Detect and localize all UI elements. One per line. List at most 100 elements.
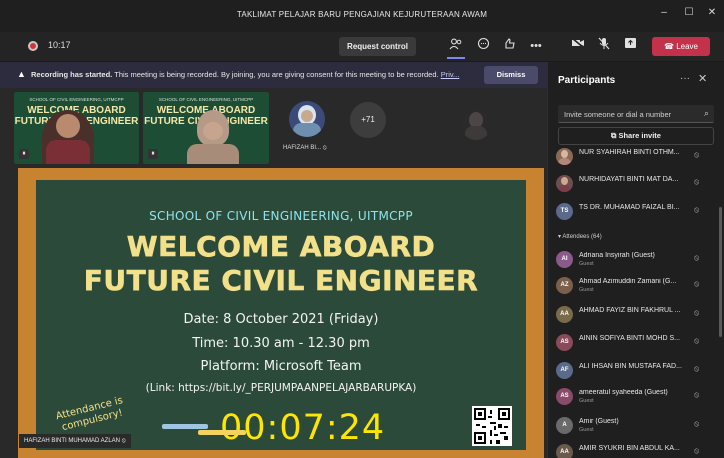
participant-name: AHMAD FAYIZ BIN FAKHRUL ...	[579, 307, 681, 314]
participant-role: Guest	[579, 427, 594, 433]
minimize-button[interactable]: –	[656, 7, 672, 18]
overflow-participants-badge[interactable]: +71	[350, 102, 386, 138]
participant-avatar-initials: TS	[556, 203, 573, 220]
share-invite-button[interactable]: ⧉ Share invite	[558, 127, 714, 145]
mic-off-small-icon: ⦸	[322, 145, 327, 151]
participant-name: ameeratul syaheeda (Guest)	[579, 389, 668, 396]
participant-row[interactable]: A Amir (Guest) Guest ⦸	[556, 416, 706, 436]
chat-icon[interactable]	[474, 37, 492, 55]
participant-avatar[interactable]	[289, 101, 325, 137]
participant-avatar[interactable]	[461, 110, 491, 140]
participant-row[interactable]: NUR SYAHIRAH BINTI OTHM... ⦸	[556, 147, 706, 167]
participant-name: Adriana Insyirah (Guest)	[579, 252, 655, 259]
mic-off-icon: ⦸	[694, 205, 700, 214]
video-tile[interactable]: SCHOOL OF CIVIL ENGINEERING, UITMCPP WEL…	[143, 92, 269, 164]
invite-search-field[interactable]: Invite someone or dial a number ⌕	[558, 105, 714, 123]
slide-link: (Link: https://bit.ly/_PERJUMPAANPELAJAR…	[145, 382, 417, 394]
mic-off-icon: ⦸	[694, 150, 700, 159]
participant-avatar	[556, 148, 573, 165]
leave-button[interactable]: ☎ Leave	[652, 37, 710, 56]
mic-off-icon: ⦸	[694, 336, 700, 345]
slide-future: FUTURE CIVIL ENGINEER	[83, 264, 479, 298]
participant-avatar	[556, 175, 573, 192]
slide-school: SCHOOL OF CIVIL ENGINEERING, UITMCPP	[149, 209, 413, 223]
participant-row[interactable]: AS ameeratul syaheeda (Guest) Guest ⦸	[556, 387, 706, 407]
slide-time: Time: 10.30 am - 12.30 pm	[192, 336, 370, 351]
participant-row[interactable]: AA AHMAD FAYIZ BIN FAKHRUL ... ⦸	[556, 305, 706, 325]
slide-attendance-note: Attendance is compulsory!	[54, 395, 125, 434]
participant-row[interactable]: AA AMIR SYUKRI BIN ABDUL KA... ⦸	[556, 443, 706, 458]
mic-off-icon: ⦸	[694, 364, 700, 373]
participant-video	[42, 110, 94, 164]
meeting-toolbar: 10:17 Request control ••• ☎ Leave	[0, 32, 724, 62]
participant-video	[183, 108, 243, 164]
slide-platform: Platform: Microsoft Team	[200, 359, 362, 374]
qr-code-icon	[472, 406, 512, 446]
mic-off-icon: ⦸	[694, 279, 700, 288]
maximize-button[interactable]: ☐	[681, 7, 697, 18]
attendees-label: Attendees (64)	[562, 234, 602, 240]
countdown-timer: 00:07:24	[220, 408, 386, 448]
participant-avatar-initials: AA	[556, 306, 573, 323]
participant-avatar-initials: AS	[556, 388, 573, 405]
mic-off-icon: ⦸	[694, 253, 700, 262]
participant-avatar-initials: AZ	[556, 277, 573, 294]
recording-message: Recording has started. This meeting is b…	[31, 70, 471, 79]
reactions-icon[interactable]	[501, 37, 519, 55]
mic-off-icon: ⦸	[694, 419, 700, 428]
panel-more-icon[interactable]: ···	[680, 73, 690, 84]
shared-screen: SCHOOL OF CIVIL ENGINEERING, UITMCPP WEL…	[18, 168, 544, 458]
window-title: TAKLIMAT PELAJAR BARU PENGAJIAN KEJURUTE…	[236, 10, 488, 19]
tile-board-school: SCHOOL OF CIVIL ENGINEERING, UITMCPP	[29, 97, 124, 102]
panel-close-icon[interactable]: ✕	[698, 72, 707, 85]
panel-title: Participants	[558, 75, 616, 86]
participant-tile-name: HAFIZAH BI... ⦸	[283, 145, 327, 152]
close-window-button[interactable]: ✕	[704, 7, 720, 18]
participant-avatar-initials: A	[556, 417, 573, 434]
mic-off-small-icon: ⦸	[121, 438, 126, 444]
invite-placeholder: Invite someone or dial a number	[564, 110, 672, 119]
participant-avatar-initials: AF	[556, 362, 573, 379]
mic-off-icon: ⦸	[694, 308, 700, 317]
chalk-decoration	[198, 430, 246, 435]
participant-name: ALI IHSAN BIN MUSTAFA FAD...	[579, 363, 682, 370]
participant-name: AININ SOFIYA BINTI MOHD S...	[579, 335, 680, 342]
chalk-decoration	[162, 424, 208, 429]
attendees-section-header[interactable]: ▾ Attendees (64)	[558, 233, 602, 240]
participant-name: AMIR SYUKRI BIN ABDUL KA...	[579, 445, 680, 452]
privacy-link[interactable]: Priv...	[441, 70, 460, 79]
more-actions-icon[interactable]: •••	[527, 37, 545, 55]
participant-row[interactable]: NURHIDAYATI BINTI MAT DA... ⦸	[556, 174, 706, 194]
recording-banner: ▲ Recording has started. This meeting is…	[0, 62, 547, 88]
slide-welcome: WELCOME ABOARD	[126, 230, 436, 264]
search-icon: ⌕	[703, 108, 709, 118]
people-icon[interactable]	[447, 37, 465, 55]
video-tile[interactable]: SCHOOL OF CIVIL ENGINEERING, UITMCPP WEL…	[14, 92, 139, 164]
slide-date: Date: 8 October 2021 (Friday)	[183, 312, 379, 327]
camera-off-icon[interactable]	[569, 37, 587, 55]
participant-name: NURHIDAYATI BINTI MAT DA...	[579, 176, 679, 183]
participant-row[interactable]: TS TS DR. MUHAMAD FAIZAL BI... ⦸	[556, 202, 706, 222]
mic-status-icon: ⏸	[148, 149, 158, 159]
participant-avatar-initials: AS	[556, 334, 573, 351]
request-control-button[interactable]: Request control	[339, 37, 416, 56]
tile-board-school: SCHOOL OF CIVIL ENGINEERING, UITMCPP	[158, 97, 254, 102]
meeting-elapsed-time: 10:17	[48, 40, 71, 50]
participant-role: Guest	[579, 261, 594, 267]
participant-name: NUR SYAHIRAH BINTI OTHM...	[579, 149, 680, 156]
mic-off-icon: ⦸	[694, 177, 700, 186]
participant-row[interactable]: AI Adriana Insyirah (Guest) Guest ⦸	[556, 250, 706, 270]
participant-row[interactable]: AF ALI IHSAN BIN MUSTAFA FAD... ⦸	[556, 361, 706, 381]
panel-scrollbar[interactable]	[719, 207, 722, 337]
participant-avatar-initials: AA	[556, 444, 573, 458]
phone-hangup-icon: ☎	[664, 42, 677, 51]
share-screen-icon[interactable]	[621, 37, 639, 55]
dismiss-button[interactable]: Dismiss	[484, 66, 538, 84]
participant-row[interactable]: AS AININ SOFIYA BINTI MOHD S... ⦸	[556, 333, 706, 353]
participant-row[interactable]: AZ Ahmad Azimuddin Zamani (G... Guest ⦸	[556, 276, 706, 296]
mic-off-icon[interactable]	[595, 37, 613, 55]
recording-indicator-icon	[28, 41, 38, 51]
participant-name: Ahmad Azimuddin Zamani (G...	[579, 278, 677, 285]
leave-label: Leave	[676, 42, 698, 51]
active-tab-indicator	[447, 57, 465, 59]
